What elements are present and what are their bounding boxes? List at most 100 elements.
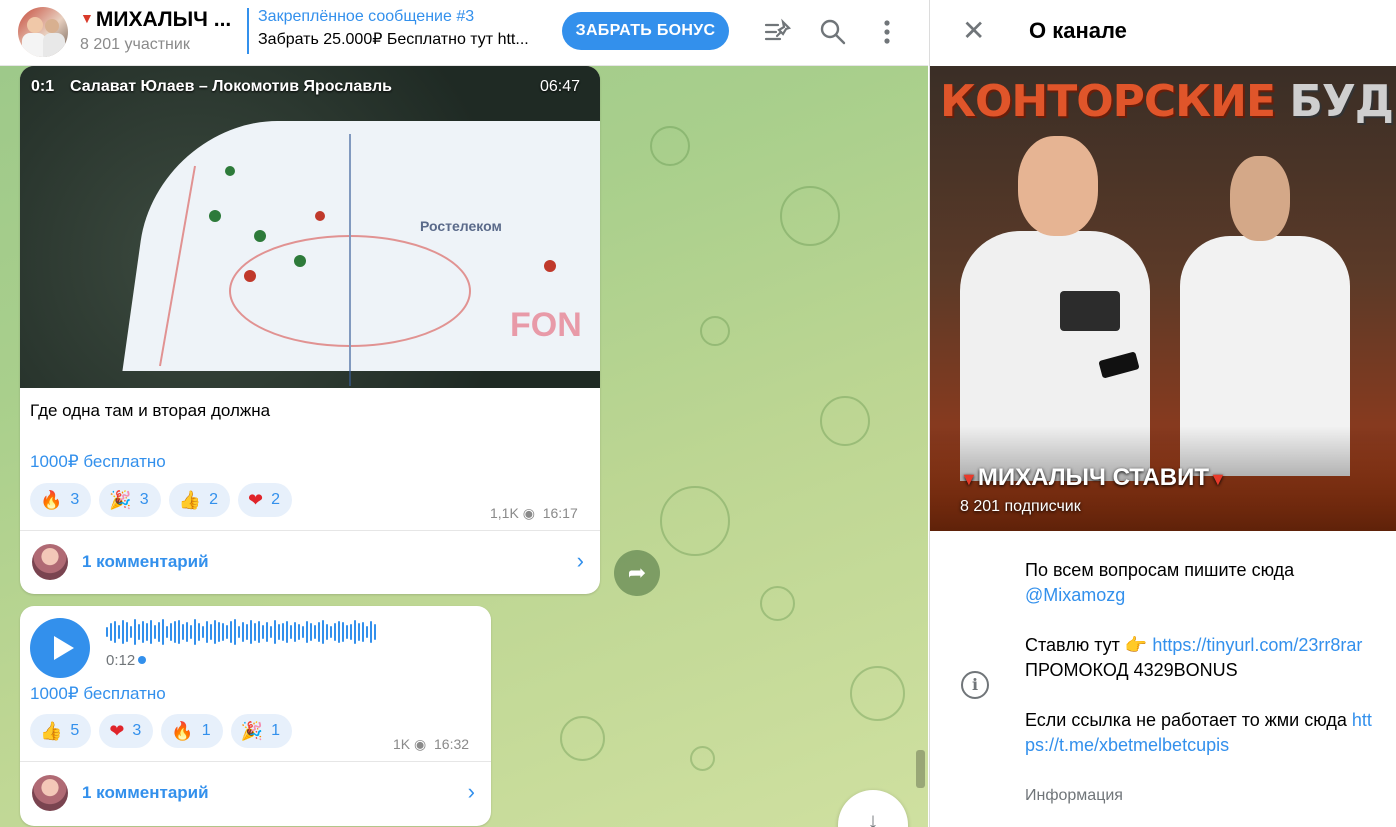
video-score: 0:1 (31, 78, 55, 95)
pinned-label: Закреплённое сообщение #3 (258, 8, 475, 25)
waveform-bar (138, 624, 140, 640)
waveform-bar (106, 627, 108, 637)
member-count: 8 201 участник (80, 36, 190, 53)
cover-banner: КОНТОРСКИЕ БУДНИ (940, 76, 1396, 127)
message-text: Где одна там и вторая должна (30, 401, 271, 420)
red-triangle-icon: ▼ (960, 469, 978, 489)
message-time: 16:17 (542, 505, 578, 521)
waveform-bar (226, 625, 228, 639)
fire-icon: 🔥 (171, 720, 194, 741)
reaction-heart[interactable]: ❤ 3 (99, 714, 154, 748)
close-icon[interactable]: ✕ (962, 16, 985, 46)
waveform-bar (190, 625, 192, 639)
contact-link[interactable]: @Mixamozg (1025, 585, 1125, 605)
reaction-heart[interactable]: ❤ 2 (237, 483, 292, 517)
waveform-bar (114, 621, 116, 643)
voice-duration: 0:12 (106, 652, 147, 669)
waveform-bar (370, 621, 372, 643)
reaction-party[interactable]: 🎉 3 (99, 483, 161, 517)
thumbs-up-icon: 👍 (40, 720, 63, 741)
telegram-window: ▼МИХАЛЫЧ ... 8 201 участник Закреплённое… (0, 0, 1396, 827)
bet-link[interactable]: https://tinyurl.com/23rr8rar (1152, 635, 1362, 655)
comments-link[interactable]: 1 комментарий (82, 783, 209, 803)
waveform-bar (314, 625, 316, 639)
message-time: 16:32 (434, 736, 470, 752)
bonus-button[interactable]: ЗАБРАТЬ БОНУС (562, 12, 729, 50)
party-popper-icon: 🎉 (240, 720, 264, 741)
waveform-bar (374, 624, 376, 640)
waveform-bar (282, 623, 284, 641)
video-duration: 06:47 (540, 78, 581, 95)
waveform-bar (306, 621, 308, 643)
reaction-fire[interactable]: 🔥 1 (161, 714, 223, 748)
waveform-bar (310, 623, 312, 641)
play-button[interactable] (30, 618, 90, 678)
video-player[interactable]: Ростелеком FON 0:1 Салават Юлаев – Локом… (20, 66, 600, 388)
waveform-bar (274, 620, 276, 644)
share-icon[interactable]: ➦ (614, 550, 660, 596)
chevron-right-icon[interactable]: › (468, 779, 475, 805)
waveform-bar (154, 625, 156, 639)
waveform-bar (286, 621, 288, 643)
voice-waveform[interactable] (106, 618, 376, 646)
waveform-bar (110, 623, 112, 641)
chat-area: ▼МИХАЛЫЧ ... 8 201 участник Закреплённое… (0, 0, 928, 827)
waveform-bar (210, 624, 212, 640)
view-count: 1,1K (490, 505, 519, 521)
waveform-bar (254, 623, 256, 641)
reaction-party[interactable]: 🎉 1 (230, 714, 292, 748)
waveform-bar (358, 623, 360, 641)
subscriber-count: 8 201 подписчик (960, 498, 1081, 515)
reaction-fire[interactable]: 🔥 3 (30, 483, 92, 517)
channel-title[interactable]: ▼МИХАЛЫЧ ... (80, 8, 231, 32)
waveform-bar (366, 626, 368, 638)
waveform-bar (298, 624, 300, 640)
channel-description: По всем вопросам пишите сюда @Mixamozg С… (1025, 558, 1380, 758)
waveform-bar (222, 623, 224, 641)
pinned-list-icon[interactable] (763, 17, 793, 47)
message-meta: 1K ◉ 16:32 (393, 736, 469, 753)
waveform-bar (142, 621, 144, 643)
chevron-right-icon[interactable]: › (577, 548, 584, 574)
desc-line: Ставлю тут 👉 (1025, 635, 1153, 655)
pinned-message[interactable]: Закреплённое сообщение #3 Забрать 25.000… (247, 8, 547, 54)
waveform-bar (150, 620, 152, 644)
waveform-bar (334, 623, 336, 641)
thumbs-up-icon: 👍 (178, 489, 202, 510)
search-icon[interactable] (818, 17, 848, 47)
channel-cover-image[interactable]: КОНТОРСКИЕ БУДНИ ▼МИХАЛЫЧ СТАВИТ▼ 8 201 … (930, 66, 1396, 531)
waveform-bar (134, 619, 136, 645)
waveform-bar (326, 624, 328, 640)
more-icon[interactable] (872, 17, 902, 47)
waveform-bar (250, 620, 252, 644)
waveform-bar (302, 626, 304, 638)
svg-text:Ростелеком: Ростелеком (420, 218, 502, 234)
commenter-avatar (32, 544, 68, 580)
reaction-thumbs-up[interactable]: 👍 5 (30, 714, 92, 748)
cover-channel-name: ▼МИХАЛЫЧ СТАВИТ▼ (960, 464, 1227, 491)
scrollbar[interactable] (916, 750, 925, 788)
waveform-bar (182, 624, 184, 640)
waveform-bar (166, 626, 168, 638)
waveform-bar (118, 625, 120, 639)
heart-icon: ❤ (109, 720, 125, 741)
waveform-bar (202, 626, 204, 638)
heart-icon: ❤ (247, 489, 264, 510)
channel-avatar[interactable] (18, 7, 68, 57)
pinned-text: Забрать 25.000₽ Бесплатно тут htt... (258, 31, 529, 48)
waveform-bar (338, 621, 340, 643)
reaction-thumbs-up[interactable]: 👍 2 (168, 483, 230, 517)
message-link[interactable]: 1000₽ бесплатно (30, 452, 166, 472)
waveform-bar (266, 622, 268, 642)
waveform-bar (198, 623, 200, 641)
message-link[interactable]: 1000₽ бесплатно (30, 684, 166, 704)
divider (20, 530, 600, 531)
info-icon: i (961, 671, 989, 699)
waveform-bar (126, 622, 128, 642)
waveform-bar (354, 620, 356, 644)
fire-icon: 🔥 (40, 489, 63, 510)
promo-code: ПРОМОКОД 4329BONUS (1025, 660, 1238, 680)
waveform-bar (362, 622, 364, 642)
comments-link[interactable]: 1 комментарий (82, 552, 209, 572)
desc-line: По всем вопросам пишите сюда (1025, 560, 1295, 580)
